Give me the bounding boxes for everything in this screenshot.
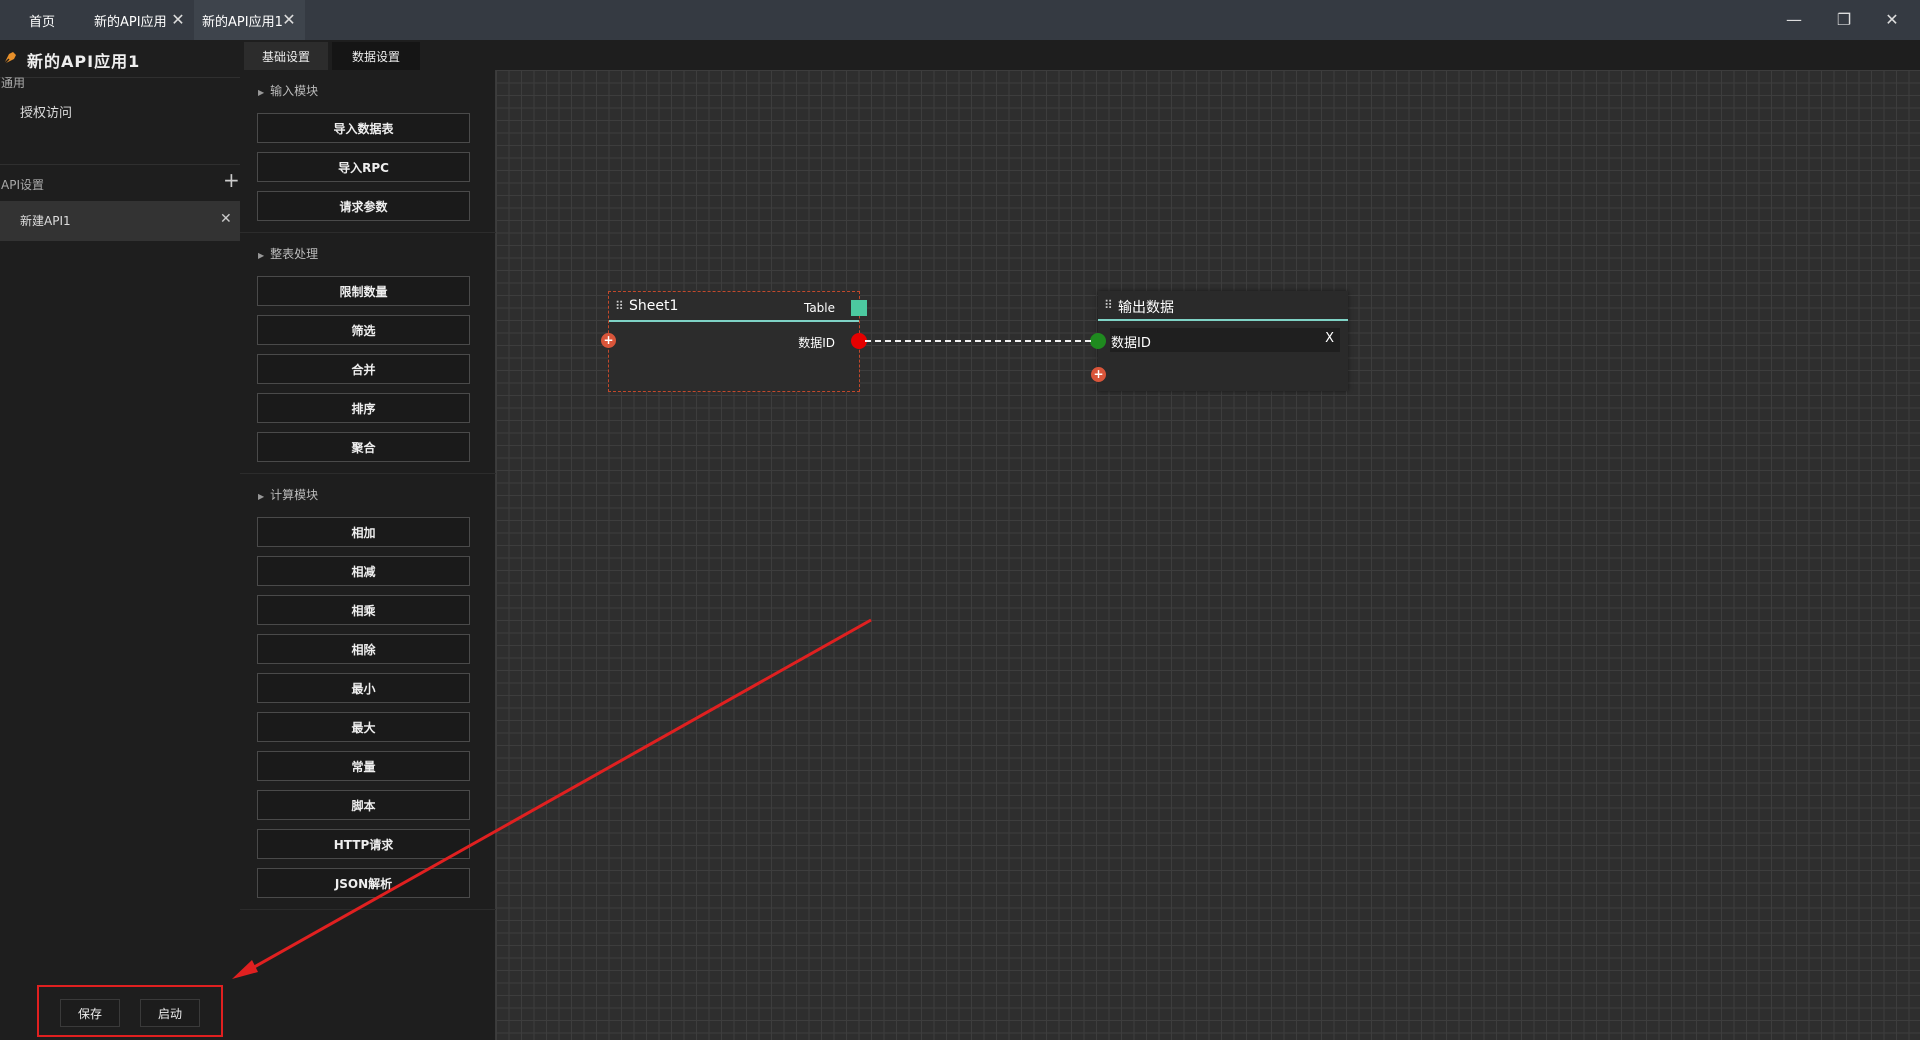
panel-tab-bar: 基础设置 数据设置 bbox=[240, 40, 1920, 70]
node-title: Sheet1 bbox=[629, 298, 679, 314]
group-title-table: ▶ 整表处理 bbox=[258, 245, 318, 262]
add-api-icon[interactable]: + bbox=[223, 168, 240, 192]
node-header[interactable]: ⠿ 输出数据 bbox=[1098, 291, 1348, 321]
group-title-label: 输入模块 bbox=[270, 84, 319, 98]
restore-icon[interactable]: ❐ bbox=[1832, 8, 1856, 32]
field-label: 数据ID bbox=[798, 336, 835, 350]
tab-label: 新的API应用 bbox=[94, 14, 167, 30]
tool-script-button[interactable]: 脚本 bbox=[257, 790, 470, 820]
node-header[interactable]: ⠿ Sheet1 Table bbox=[609, 292, 867, 322]
divider bbox=[0, 164, 240, 165]
tab-home[interactable]: 首页 bbox=[0, 0, 84, 40]
node-type-label: Table bbox=[803, 301, 835, 315]
sidebar-item-new-api[interactable]: 新建API1 ✕ bbox=[0, 201, 240, 241]
tool-divide-button[interactable]: 相除 bbox=[257, 634, 470, 664]
field-row: 数据ID X bbox=[1110, 328, 1340, 352]
add-port-icon[interactable]: + bbox=[1091, 367, 1106, 382]
tool-multiply-button[interactable]: 相乘 bbox=[257, 595, 470, 625]
tool-constant-button[interactable]: 常量 bbox=[257, 751, 470, 781]
node-output-data[interactable]: ⠿ 输出数据 数据ID X bbox=[1098, 291, 1348, 391]
group-title-input: ▶ 输入模块 bbox=[258, 82, 318, 99]
collapse-triangle-icon: ▶ bbox=[258, 88, 265, 97]
tab-api-app[interactable]: 新的API应用 ✕ bbox=[84, 0, 194, 40]
tool-add-button[interactable]: 相加 bbox=[257, 517, 470, 547]
tab-api-app-1[interactable]: 新的API应用1 ✕ bbox=[194, 0, 305, 40]
sidebar-item-auth[interactable]: 授权访问 bbox=[20, 102, 72, 121]
tool-aggregate-button[interactable]: 聚合 bbox=[257, 432, 470, 462]
tool-sort-button[interactable]: 排序 bbox=[257, 393, 470, 423]
start-button[interactable]: 启动 bbox=[140, 999, 200, 1027]
tool-merge-button[interactable]: 合并 bbox=[257, 354, 470, 384]
drag-handle-icon[interactable]: ⠿ bbox=[1104, 298, 1113, 312]
group-title-label: 整表处理 bbox=[270, 247, 319, 261]
tab-label: 新的API应用1 bbox=[202, 14, 283, 30]
save-button[interactable]: 保存 bbox=[60, 999, 120, 1027]
field-label: 数据ID bbox=[1111, 336, 1151, 351]
node-sheet1[interactable]: ⠿ Sheet1 Table 数据ID bbox=[608, 291, 867, 392]
tool-http-request-button[interactable]: HTTP请求 bbox=[257, 829, 470, 859]
group-title-label: 计算模块 bbox=[270, 488, 319, 502]
sidebar-item-label: 新建API1 bbox=[20, 214, 71, 228]
drag-handle-icon[interactable]: ⠿ bbox=[615, 299, 624, 313]
section-api-settings: API设置 bbox=[1, 178, 44, 192]
close-window-icon[interactable]: ✕ bbox=[1880, 8, 1904, 32]
collapse-triangle-icon: ▶ bbox=[258, 251, 265, 260]
remove-api-icon[interactable]: ✕ bbox=[220, 211, 232, 227]
app-header: 新的API应用1 bbox=[0, 40, 240, 78]
tool-json-parse-button[interactable]: JSON解析 bbox=[257, 868, 470, 898]
app-logo-icon bbox=[3, 52, 16, 65]
tool-subtract-button[interactable]: 相减 bbox=[257, 556, 470, 586]
add-port-icon[interactable]: + bbox=[601, 333, 616, 348]
tool-panel: ▶ 输入模块 导入数据表 导入RPC 请求参数 ▶ 整表处理 限制数量 筛选 合并 … bbox=[240, 70, 496, 1040]
close-icon[interactable]: ✕ bbox=[281, 12, 297, 28]
tab-data-settings[interactable]: 数据设置 bbox=[332, 42, 420, 70]
divider bbox=[240, 473, 496, 474]
section-general: 通用 bbox=[1, 76, 26, 90]
tool-import-rpc-button[interactable]: 导入RPC bbox=[257, 152, 470, 182]
remove-field-button[interactable]: X bbox=[1325, 331, 1334, 346]
tab-basic-settings[interactable]: 基础设置 bbox=[244, 42, 328, 70]
tool-max-button[interactable]: 最大 bbox=[257, 712, 470, 742]
sidebar: 新的API应用1 通用 授权访问 API设置 + 新建API1 ✕ bbox=[0, 40, 240, 1040]
tool-min-button[interactable]: 最小 bbox=[257, 673, 470, 703]
tab-label: 首页 bbox=[28, 14, 55, 30]
minimize-icon[interactable]: — bbox=[1782, 8, 1806, 32]
divider bbox=[240, 232, 496, 233]
output-port[interactable] bbox=[851, 333, 867, 349]
input-port[interactable] bbox=[1090, 333, 1106, 349]
node-title: 输出数据 bbox=[1118, 300, 1174, 316]
divider bbox=[240, 909, 496, 910]
app-title: 新的API应用1 bbox=[27, 52, 141, 71]
type-swatch-icon bbox=[851, 300, 867, 316]
tool-request-params-button[interactable]: 请求参数 bbox=[257, 191, 470, 221]
group-title-compute: ▶ 计算模块 bbox=[258, 486, 318, 503]
tool-limit-button[interactable]: 限制数量 bbox=[257, 276, 470, 306]
tool-filter-button[interactable]: 筛选 bbox=[257, 315, 470, 345]
title-bar: 首页 新的API应用 ✕ 新的API应用1 ✕ — ❐ ✕ bbox=[0, 0, 1920, 40]
collapse-triangle-icon: ▶ bbox=[258, 492, 265, 501]
close-icon[interactable]: ✕ bbox=[170, 12, 186, 28]
flow-canvas[interactable] bbox=[496, 70, 1920, 1040]
tool-import-table-button[interactable]: 导入数据表 bbox=[257, 113, 470, 143]
